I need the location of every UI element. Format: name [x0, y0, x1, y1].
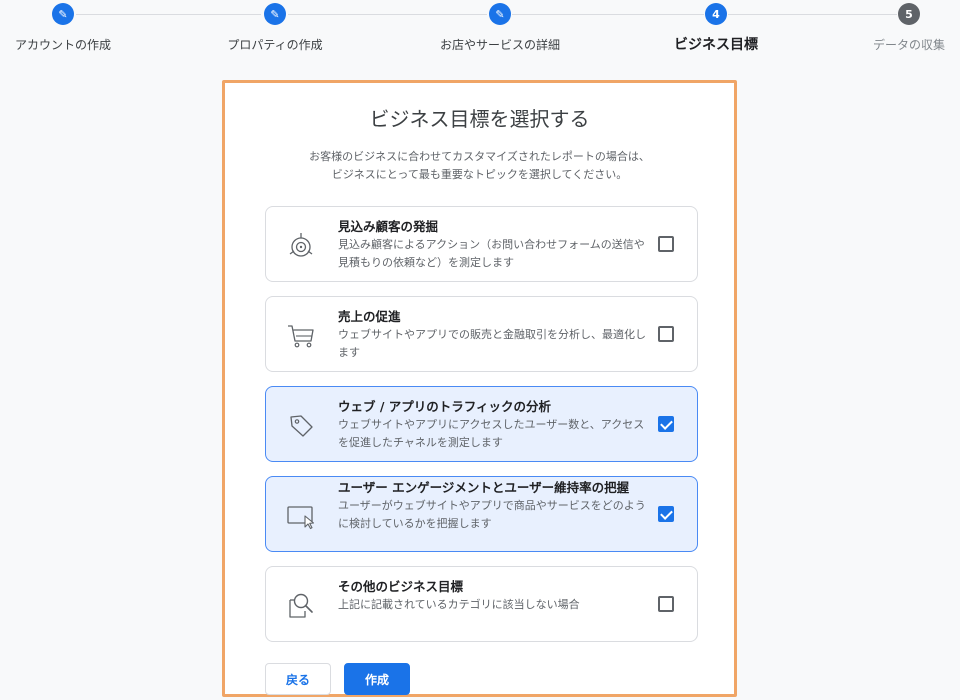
step-label: アカウントの作成 — [14, 38, 111, 52]
option-checkbox[interactable] — [658, 326, 674, 342]
option-text: その他のビジネス目標 上記に記載されているカテゴリに該当しない場合 — [338, 577, 648, 614]
option-checkbox-checked[interactable] — [658, 416, 674, 432]
pencil-icon: ✎ — [52, 3, 74, 25]
step-data-collection: 5 データの収集 — [809, 0, 960, 53]
option-title: 見込み顧客の発掘 — [338, 219, 439, 234]
subtitle-line: お客様のビジネスに合わせてカスタマイズされたレポートの場合は、 — [309, 150, 650, 163]
step-create-account[interactable]: ✎ アカウントの作成 — [0, 0, 163, 53]
option-checkbox[interactable] — [658, 236, 674, 252]
option-checkbox[interactable] — [658, 596, 674, 612]
step-label: ビジネス目標 — [674, 37, 758, 53]
step-label: データの収集 — [872, 38, 945, 52]
option-text: 売上の促進 ウェブサイトやアプリでの販売と金融取引を分析し、最適化します — [338, 307, 648, 362]
step-business-details[interactable]: ✎ お店やサービスの詳細 — [400, 0, 600, 53]
cursor-window-icon — [287, 506, 315, 530]
step-label: プロパティの作成 — [227, 38, 323, 52]
cart-icon — [288, 325, 314, 348]
option-generate-leads[interactable]: 見込み顧客の発掘 見込み顧客によるアクション（お問い合わせフォームの送信や見積も… — [265, 206, 698, 282]
option-drive-sales[interactable]: 売上の促進 ウェブサイトやアプリでの販売と金融取引を分析し、最適化します — [265, 296, 698, 372]
target-icon — [289, 233, 313, 257]
search-doc-icon — [289, 593, 313, 618]
step-label: お店やサービスの詳細 — [439, 38, 560, 52]
option-checkbox-checked[interactable] — [658, 506, 674, 522]
option-traffic-analysis[interactable]: ウェブ / アプリのトラフィックの分析 ウェブサイトやアプリにアクセスしたユーザ… — [265, 386, 698, 462]
option-description: ウェブサイトやアプリにアクセスしたユーザー数と、アクセスを促進したチャネルを測定… — [338, 418, 645, 449]
step-create-property[interactable]: ✎ プロパティの作成 — [175, 0, 375, 53]
step-business-objectives: 4 ビジネス目標 — [616, 0, 816, 54]
option-description: ウェブサイトやアプリでの販売と金融取引を分析し、最適化します — [338, 328, 646, 359]
pencil-icon: ✎ — [264, 3, 286, 25]
option-description: 見込み顧客によるアクション（お問い合わせフォームの送信や見積もりの依頼など）を測… — [338, 238, 645, 269]
subtitle-line: ビジネスにとって最も重要なトピックを選択してください。 — [331, 168, 628, 181]
page-title: ビジネス目標を選択する — [369, 107, 590, 131]
option-title: ウェブ / アプリのトラフィックの分析 — [338, 399, 552, 414]
option-other-objectives[interactable]: その他のビジネス目標 上記に記載されているカテゴリに該当しない場合 — [265, 566, 698, 642]
option-title: ユーザー エンゲージメントとユーザー維持率の把握 — [338, 480, 630, 495]
option-text: 見込み顧客の発掘 見込み顧客によるアクション（お問い合わせフォームの送信や見積も… — [338, 217, 648, 272]
option-title: その他のビジネス目標 — [338, 579, 464, 594]
back-button[interactable]: 戻る — [265, 663, 331, 695]
step-number: 5 — [898, 3, 920, 25]
option-description: ユーザーがウェブサイトやアプリで商品やサービスをどのように検討しているかを把握し… — [338, 499, 646, 530]
stepper: ✎ アカウントの作成 ✎ プロパティの作成 ✎ お店やサービスの詳細 4 ビジネ… — [0, 0, 960, 70]
create-button[interactable]: 作成 — [344, 663, 410, 695]
option-text: ウェブ / アプリのトラフィックの分析 ウェブサイトやアプリにアクセスしたユーザ… — [338, 397, 648, 452]
step-number: 4 — [705, 3, 727, 25]
option-user-engagement[interactable]: ユーザー エンゲージメントとユーザー維持率の把握 ユーザーがウェブサイトやアプリ… — [265, 476, 698, 552]
page-subtitle: お客様のビジネスに合わせてカスタマイズされたレポートの場合は、 ビジネスにとって… — [225, 148, 734, 184]
pencil-icon: ✎ — [489, 3, 511, 25]
option-title: 売上の促進 — [338, 309, 401, 324]
option-description: 上記に記載されているカテゴリに該当しない場合 — [338, 598, 580, 611]
option-text: ユーザー エンゲージメントとユーザー維持率の把握 ユーザーがウェブサイトやアプリ… — [338, 478, 648, 533]
tag-icon — [290, 415, 313, 437]
business-objectives-card: ビジネス目標を選択する お客様のビジネスに合わせてカスタマイズされたレポートの場… — [222, 80, 737, 697]
